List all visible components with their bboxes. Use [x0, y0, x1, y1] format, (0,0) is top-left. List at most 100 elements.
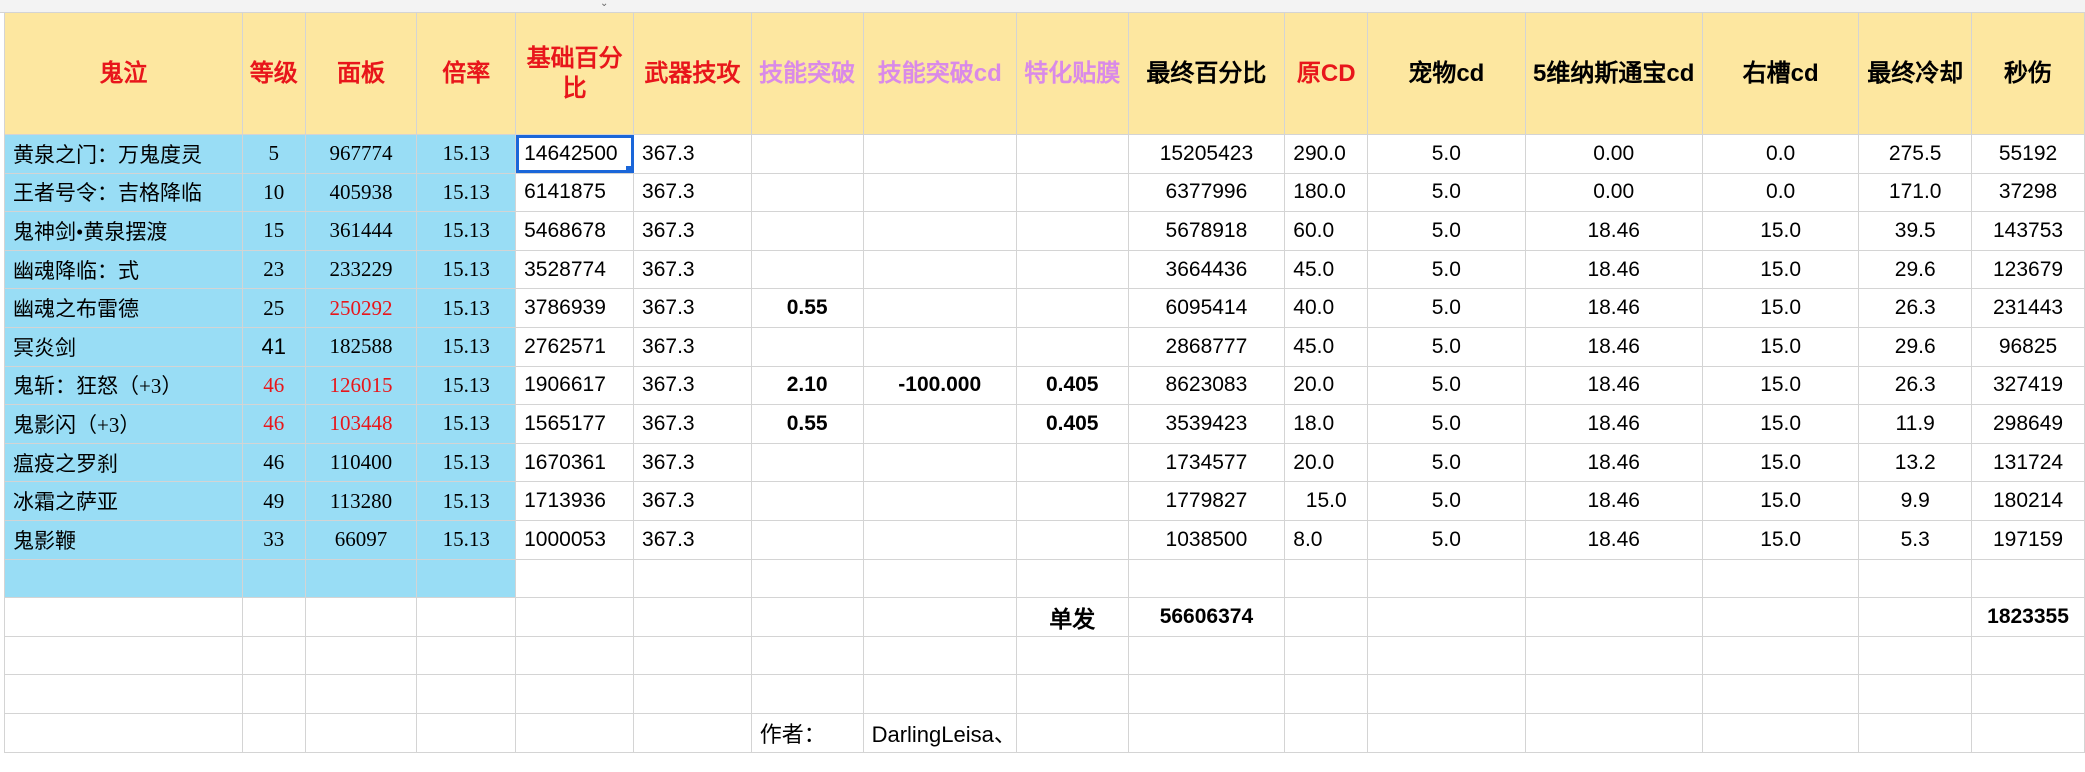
skill-break-cd-cell[interactable]	[862, 288, 1017, 328]
original-cd-cell[interactable]: 20.0	[1284, 442, 1369, 483]
empty-cell[interactable]	[1015, 712, 1129, 753]
right-slot-cd-cell[interactable]: 15.0	[1701, 288, 1860, 328]
special-film-cell[interactable]	[1015, 249, 1129, 290]
empty-cell[interactable]	[633, 597, 752, 637]
empty-cell[interactable]	[4, 635, 243, 676]
panel-cell[interactable]: 103448	[304, 404, 418, 444]
empty-cell[interactable]	[862, 597, 1017, 637]
level-cell[interactable]: 25	[241, 288, 306, 328]
empty-cell[interactable]	[241, 674, 306, 714]
empty-cell[interactable]	[4, 674, 243, 714]
skill-break-cell[interactable]	[750, 481, 864, 521]
empty-cell[interactable]	[416, 558, 517, 599]
skill-name-cell[interactable]: 瘟疫之罗刹	[4, 442, 243, 483]
author-name[interactable]: DarlingLeisa、	[862, 712, 1017, 753]
empty-cell[interactable]	[1127, 635, 1286, 676]
empty-cell[interactable]	[241, 712, 306, 753]
empty-cell[interactable]	[304, 635, 418, 676]
final-percent-cell[interactable]: 1779827	[1127, 481, 1286, 521]
chevron-down-icon[interactable]: ⌄	[600, 0, 612, 9]
header-cell[interactable]: 原CD	[1284, 12, 1369, 135]
level-cell[interactable]: 33	[241, 519, 306, 560]
right-slot-cd-cell[interactable]: 15.0	[1701, 442, 1860, 483]
empty-cell[interactable]	[515, 635, 635, 676]
panel-cell[interactable]: 126015	[304, 365, 418, 406]
right-slot-cd-cell[interactable]: 15.0	[1701, 481, 1860, 521]
empty-cell[interactable]	[1701, 635, 1860, 676]
empty-cell[interactable]	[750, 558, 864, 599]
original-cd-cell[interactable]: 180.0	[1284, 172, 1369, 213]
dps-cell[interactable]: 37298	[1971, 172, 2085, 213]
venus-cd-cell[interactable]: 18.46	[1524, 481, 1703, 521]
pet-cd-cell[interactable]: 5.0	[1367, 404, 1526, 444]
weapon-atk-cell[interactable]: 367.3	[633, 326, 752, 367]
empty-cell[interactable]	[515, 558, 635, 599]
panel-cell[interactable]: 967774	[304, 134, 418, 174]
final-cooldown-cell[interactable]: 275.5	[1858, 134, 1973, 174]
rate-cell[interactable]: 15.13	[416, 442, 517, 483]
final-percent-cell[interactable]: 6095414	[1127, 288, 1286, 328]
header-cell[interactable]: 右槽cd	[1701, 12, 1860, 135]
empty-cell[interactable]	[1524, 712, 1703, 753]
empty-cell[interactable]	[633, 558, 752, 599]
empty-cell[interactable]	[4, 597, 243, 637]
header-cell[interactable]: 特化贴膜	[1015, 12, 1129, 135]
empty-cell[interactable]	[1127, 712, 1286, 753]
pet-cd-cell[interactable]: 5.0	[1367, 172, 1526, 213]
pet-cd-cell[interactable]: 5.0	[1367, 134, 1526, 174]
empty-cell[interactable]	[1524, 597, 1703, 637]
base-percent-cell[interactable]: 3528774	[515, 249, 635, 290]
empty-cell[interactable]	[633, 674, 752, 714]
empty-cell[interactable]	[515, 712, 635, 753]
special-film-cell[interactable]: 0.405	[1015, 404, 1129, 444]
final-percent-cell[interactable]: 8623083	[1127, 365, 1286, 406]
panel-cell[interactable]: 361444	[304, 211, 418, 251]
final-cooldown-cell[interactable]: 5.3	[1858, 519, 1973, 560]
empty-cell[interactable]	[1858, 712, 1973, 753]
empty-cell[interactable]	[1701, 558, 1860, 599]
weapon-atk-cell[interactable]: 367.3	[633, 288, 752, 328]
empty-cell[interactable]	[633, 635, 752, 676]
base-percent-cell[interactable]: 1565177	[515, 404, 635, 444]
rate-cell[interactable]: 15.13	[416, 249, 517, 290]
empty-cell[interactable]	[1284, 712, 1369, 753]
special-film-cell[interactable]	[1015, 442, 1129, 483]
venus-cd-cell[interactable]: 18.46	[1524, 211, 1703, 251]
venus-cd-cell[interactable]: 18.46	[1524, 519, 1703, 560]
dps-cell[interactable]: 327419	[1971, 365, 2085, 406]
rate-cell[interactable]: 15.13	[416, 172, 517, 213]
original-cd-cell[interactable]: 8.0	[1284, 519, 1369, 560]
original-cd-cell[interactable]: 45.0	[1284, 326, 1369, 367]
panel-cell[interactable]: 250292	[304, 288, 418, 328]
empty-cell[interactable]	[1971, 558, 2085, 599]
empty-cell[interactable]	[1701, 597, 1860, 637]
final-cooldown-cell[interactable]: 29.6	[1858, 249, 1973, 290]
empty-cell[interactable]	[1524, 558, 1703, 599]
final-percent-cell[interactable]: 3664436	[1127, 249, 1286, 290]
skill-break-cell[interactable]	[750, 519, 864, 560]
level-cell[interactable]: 46	[241, 442, 306, 483]
empty-cell[interactable]	[1284, 558, 1369, 599]
empty-cell[interactable]	[1858, 635, 1973, 676]
venus-cd-cell[interactable]: 18.46	[1524, 442, 1703, 483]
empty-cell[interactable]	[1858, 674, 1973, 714]
pet-cd-cell[interactable]: 5.0	[1367, 326, 1526, 367]
total-dps-cell[interactable]: 1823355	[1971, 597, 2085, 637]
skill-name-cell[interactable]: 幽魂之布雷德	[4, 288, 243, 328]
empty-cell[interactable]	[750, 635, 864, 676]
final-percent-cell[interactable]: 1734577	[1127, 442, 1286, 483]
right-slot-cd-cell[interactable]: 15.0	[1701, 365, 1860, 406]
empty-cell[interactable]	[1524, 635, 1703, 676]
header-cell[interactable]: 宠物cd	[1367, 12, 1526, 135]
pet-cd-cell[interactable]: 5.0	[1367, 442, 1526, 483]
pet-cd-cell[interactable]: 5.0	[1367, 481, 1526, 521]
empty-cell[interactable]	[1367, 712, 1526, 753]
original-cd-cell[interactable]: 15.0	[1284, 481, 1369, 521]
empty-cell[interactable]	[1015, 674, 1129, 714]
empty-cell[interactable]	[1701, 674, 1860, 714]
level-cell[interactable]: 46	[241, 404, 306, 444]
dps-cell[interactable]: 55192	[1971, 134, 2085, 174]
venus-cd-cell[interactable]: 18.46	[1524, 249, 1703, 290]
pet-cd-cell[interactable]: 5.0	[1367, 288, 1526, 328]
empty-cell[interactable]	[1284, 674, 1369, 714]
